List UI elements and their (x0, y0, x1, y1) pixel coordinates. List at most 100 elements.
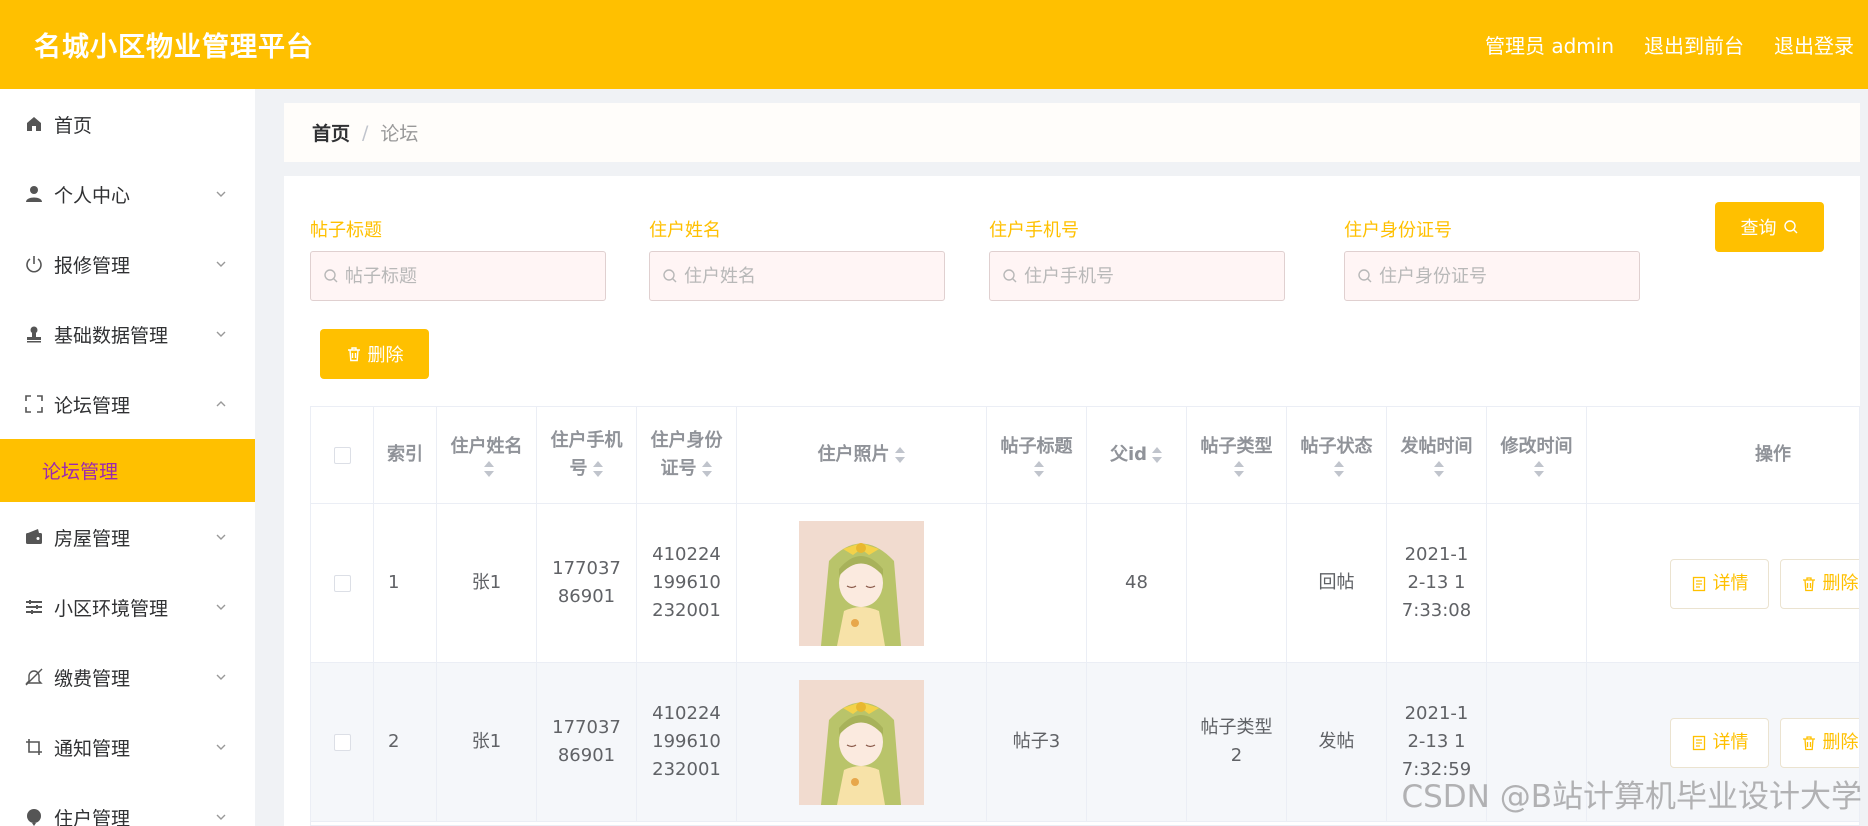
trash-icon (1802, 577, 1815, 592)
document-icon (1692, 576, 1705, 592)
column-header-post-time[interactable]: 发帖时间 (1387, 407, 1487, 503)
sidebar-item-base-data[interactable]: 基础数据管理 (0, 299, 255, 369)
row-delete-button-label: 删除 (1822, 573, 1859, 594)
cell-resident-name: 张1 (437, 504, 537, 662)
column-header-resident-name[interactable]: 住户姓名 (437, 407, 537, 503)
sort-caret-icon[interactable] (1433, 461, 1445, 477)
filter-label-resident-phone: 住户手机号 (989, 220, 1079, 241)
chevron-down-icon (216, 331, 226, 337)
breadcrumb-home[interactable]: 首页 (312, 119, 350, 146)
chevron-down-icon (216, 604, 226, 610)
sidebar-item-label: 小区环境管理 (54, 597, 169, 620)
bell-off-icon (24, 667, 44, 687)
sidebar-item-notice[interactable]: 通知管理 (0, 712, 255, 782)
filter-label-post-title: 帖子标题 (310, 220, 382, 241)
resident-photo-image[interactable] (799, 679, 924, 805)
stamp-icon (24, 324, 44, 344)
post-title-input[interactable] (345, 265, 575, 287)
row-checkbox[interactable] (333, 574, 351, 592)
sort-caret-icon[interactable] (592, 461, 604, 477)
logout-link[interactable]: 退出登录 (1774, 30, 1854, 59)
sidebar-subitem-forum-management[interactable]: 论坛管理 (0, 439, 255, 502)
delete-button-label: 删除 (367, 345, 404, 366)
sort-caret-icon[interactable] (1233, 461, 1245, 477)
cell-actions: 详情 删除 (1587, 504, 1859, 662)
exit-to-front-link[interactable]: 退出到前台 (1644, 30, 1744, 59)
column-header-update-time[interactable]: 修改时间 (1487, 407, 1587, 503)
sidebar-item-repair[interactable]: 报修管理 (0, 229, 255, 299)
resident-name-field[interactable] (649, 251, 945, 301)
resident-phone-field[interactable] (989, 251, 1285, 301)
chevron-down-icon (216, 674, 226, 680)
column-header-post-type[interactable]: 帖子类型 (1187, 407, 1287, 503)
row-delete-button-label: 删除 (1822, 732, 1859, 753)
app-title: 名城小区物业管理平台 (34, 32, 314, 63)
sidebar-item-forum-management[interactable]: 论坛管理 (0, 369, 255, 439)
document-icon (1692, 735, 1705, 751)
sidebar-item-payment[interactable]: 缴费管理 (0, 642, 255, 712)
forum-table: 索引 住户姓名 住户手机号 住户身份证号 住户照片 帖子标题 父id 帖子类型 … (310, 406, 1860, 826)
top-header: 名城小区物业管理平台 管理员 admin 退出到前台 退出登录 (0, 0, 1868, 89)
column-header-post-status[interactable]: 帖子状态 (1287, 407, 1387, 503)
chevron-down-icon (216, 261, 226, 267)
detail-button[interactable]: 详情 (1670, 718, 1769, 768)
sort-caret-icon[interactable] (701, 461, 713, 477)
cell-resident-name: 张1 (437, 663, 537, 821)
sidebar-item-house[interactable]: 房屋管理 (0, 502, 255, 572)
breadcrumb: 首页 / 论坛 (284, 103, 1860, 162)
row-checkbox[interactable] (333, 733, 351, 751)
trash-icon (347, 347, 360, 362)
cell-post-title (987, 504, 1087, 662)
sort-caret-icon[interactable] (483, 461, 495, 477)
row-delete-button[interactable]: 删除 (1780, 718, 1859, 768)
sort-caret-icon[interactable] (1333, 461, 1345, 477)
detail-button-label: 详情 (1712, 732, 1749, 753)
cell-resident-photo (737, 663, 987, 821)
search-icon (1358, 269, 1372, 283)
column-header-post-title[interactable]: 帖子标题 (987, 407, 1087, 503)
sort-caret-icon[interactable] (1033, 461, 1045, 477)
delete-button[interactable]: 删除 (320, 329, 429, 379)
list-icon (24, 597, 44, 617)
sidebar-item-label: 缴费管理 (54, 667, 131, 690)
sort-caret-icon[interactable] (894, 447, 906, 463)
post-title-field[interactable] (310, 251, 606, 301)
admin-user-link[interactable]: 管理员 admin (1485, 30, 1614, 59)
resident-phone-input[interactable] (1024, 265, 1254, 287)
detail-button-label: 详情 (1712, 573, 1749, 594)
search-icon (663, 269, 677, 283)
search-button[interactable]: 查询 (1715, 202, 1824, 252)
select-all-checkbox[interactable] (333, 446, 351, 464)
chevron-up-icon (216, 401, 226, 407)
detail-button[interactable]: 详情 (1670, 559, 1769, 609)
row-select-cell (311, 504, 374, 662)
search-icon (1003, 269, 1017, 283)
resident-photo-image[interactable] (799, 520, 924, 646)
column-header-parent-id[interactable]: 父id (1087, 407, 1187, 503)
table-row: 1 张1 17703786901 410224199610232001 48 回… (311, 504, 1859, 663)
cell-resident-id-card: 410224199610232001 (637, 504, 737, 662)
sidebar-item-label: 住户管理 (54, 807, 131, 826)
sort-caret-icon[interactable] (1533, 461, 1545, 477)
sort-caret-icon[interactable] (1151, 447, 1163, 463)
breadcrumb-current: 论坛 (380, 123, 419, 145)
sidebar-item-environment[interactable]: 小区环境管理 (0, 572, 255, 642)
sidebar-item-personal-center[interactable]: 个人中心 (0, 159, 255, 229)
resident-name-input[interactable] (684, 265, 914, 287)
sidebar-item-resident[interactable]: 住户管理 (0, 782, 255, 826)
resident-id-card-field[interactable] (1344, 251, 1640, 301)
cell-resident-id-card: 410224199610232001 (637, 663, 737, 821)
resident-id-card-input[interactable] (1379, 265, 1609, 287)
sidebar-item-label: 房屋管理 (54, 527, 131, 550)
sidebar-item-home[interactable]: 首页 (0, 89, 255, 159)
chevron-down-icon (216, 191, 226, 197)
column-header-resident-photo[interactable]: 住户照片 (737, 407, 987, 503)
sidebar: 首页 个人中心 报修管理 基础数据管理 论坛管理 论坛管理 房屋管理 小区环境管… (0, 89, 255, 826)
breadcrumb-separator: / (362, 121, 369, 144)
table-header-row: 索引 住户姓名 住户手机号 住户身份证号 住户照片 帖子标题 父id 帖子类型 … (311, 407, 1859, 504)
cell-post-type: 帖子类型2 (1187, 663, 1287, 821)
column-header-resident-phone[interactable]: 住户手机号 (537, 407, 637, 503)
row-delete-button[interactable]: 删除 (1780, 559, 1859, 609)
filter-label-resident-id-card: 住户身份证号 (1344, 220, 1452, 241)
column-header-resident-id-card[interactable]: 住户身份证号 (637, 407, 737, 503)
